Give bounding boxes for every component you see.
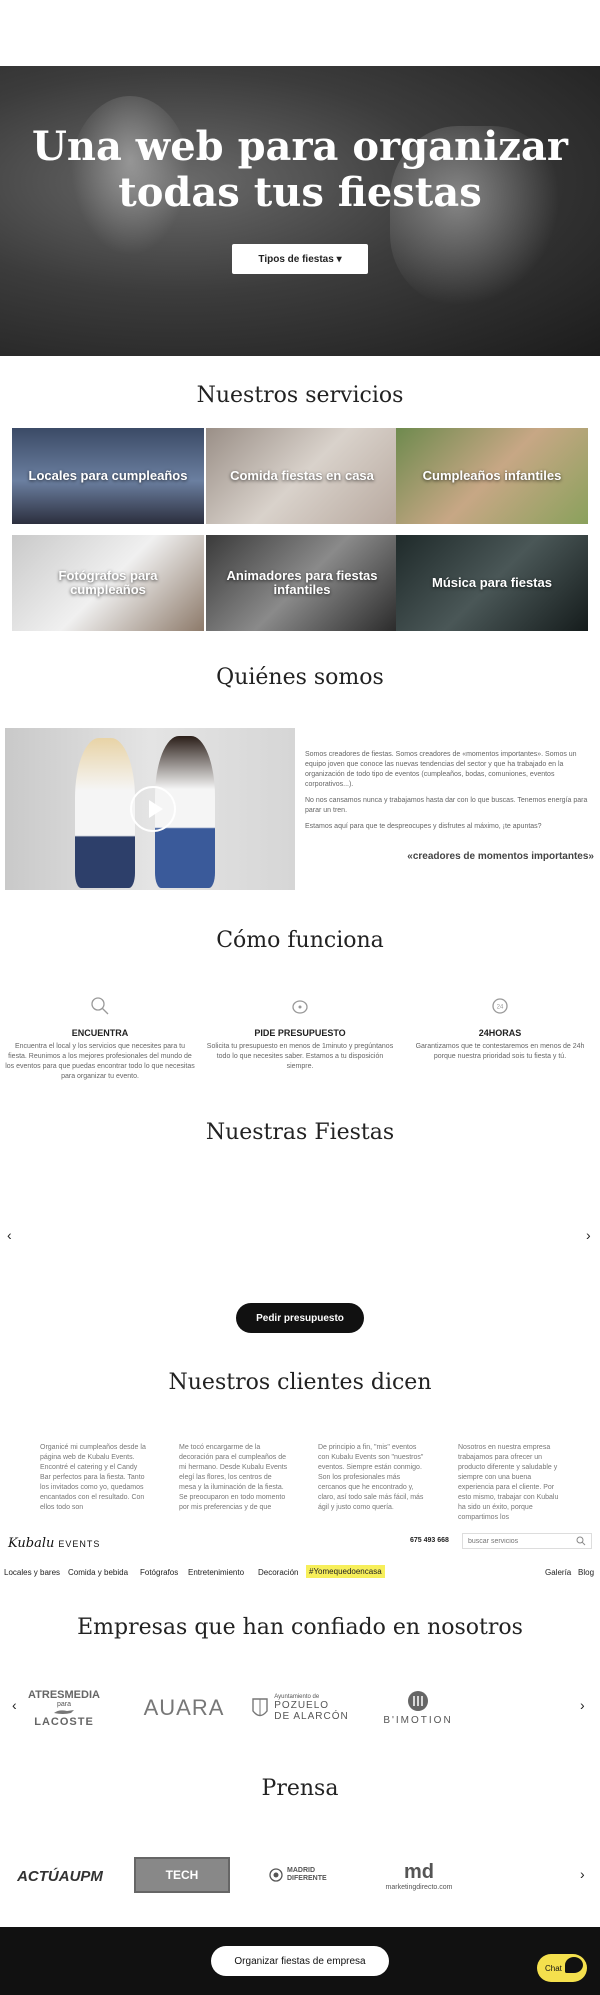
- company-logo-atresmedia-lacoste: ATRESMEDIA para LACOSTE: [16, 1678, 112, 1738]
- testimonial-item: Me tocó encargarme de la decoración para…: [179, 1444, 288, 1511]
- press-logo-marketingdirecto: md marketingdirecto.com: [372, 1855, 466, 1897]
- logo[interactable]: Kubalu EVENTS: [8, 1536, 100, 1551]
- companies-title: Empresas que han confiado en nosotros: [77, 1615, 523, 1640]
- service-label: Animadores para fiestas infantiles: [226, 568, 378, 597]
- parties-title: Nuestras Fiestas: [205, 1120, 395, 1145]
- about-title: Quiénes somos: [216, 665, 384, 690]
- service-card-comida[interactable]: Comida fiestas en casa: [206, 428, 398, 524]
- step-text: Encuentra el local y los servicios que n…: [5, 1043, 195, 1080]
- clock-24h-icon: 24: [492, 998, 508, 1014]
- service-label: Locales para cumpleaños: [28, 468, 188, 483]
- step-presupuesto: PIDE PRESUPUESTO Solicita tu presupuesto…: [205, 995, 395, 1072]
- search-icon: [91, 997, 109, 1015]
- hero-title: Una web para organizar todas tus fiestas: [0, 124, 600, 216]
- hero-banner: Una web para organizar todas tus fiestas…: [0, 66, 600, 356]
- about-paragraph: No nos cansamos nunca y trabajamos hasta…: [305, 797, 588, 814]
- chevron-right-icon[interactable]: ›: [586, 1227, 591, 1243]
- service-card-fotografos[interactable]: Fotógrafos para cumpleaños: [12, 535, 204, 631]
- services-title: Nuestros servicios: [196, 383, 404, 408]
- step-title: 24HORAS: [478, 1028, 522, 1038]
- chevron-right-icon[interactable]: ›: [580, 1697, 585, 1713]
- logo-text: Kubalu: [8, 1536, 55, 1551]
- service-card-musica[interactable]: Música para fiestas: [396, 535, 588, 631]
- service-card-cumpleanos[interactable]: Cumpleaños infantiles: [396, 428, 588, 524]
- step-title: ENCUENTRA: [71, 1028, 129, 1038]
- how-title: Cómo funciona: [216, 928, 384, 953]
- madrid-diferente-emblem-icon: [269, 1868, 283, 1882]
- step-text: Solicita tu presupuesto en menos de 1min…: [206, 1043, 394, 1070]
- chevron-left-icon[interactable]: ‹: [7, 1227, 12, 1243]
- about-video[interactable]: [5, 728, 295, 890]
- nav-item-galeria[interactable]: Galería: [545, 1568, 571, 1577]
- logo-line: ATRESMEDIA: [28, 1688, 100, 1701]
- logo-line: DE ALARCÓN: [274, 1711, 349, 1722]
- nav-item-comida[interactable]: Comida y bebida: [68, 1568, 128, 1577]
- service-card-locales[interactable]: Locales para cumpleaños: [12, 428, 204, 524]
- phone-number[interactable]: 675 493 668: [410, 1537, 449, 1544]
- company-logo-pozuelo: Ayuntamiento de POZUELO DE ALARCÓN: [250, 1686, 350, 1730]
- logo-line: B'IMOTION: [383, 1715, 453, 1726]
- nav-item-yomequedoencasa[interactable]: #Yomequedoencasa: [306, 1565, 385, 1578]
- coat-of-arms-icon: [252, 1698, 268, 1717]
- nav-item-entretenimiento[interactable]: Entretenimiento: [188, 1568, 244, 1577]
- about-text: Somos creadores de fiestas. Somos creado…: [305, 750, 593, 838]
- play-icon[interactable]: [130, 786, 176, 832]
- hero-title-line2: todas tus fiestas: [118, 169, 482, 216]
- chevron-right-icon[interactable]: ›: [580, 1866, 585, 1882]
- testimonial-item: De principio a fin, "mis" eventos con Ku…: [318, 1444, 424, 1511]
- testimonial-item: Organicé mi cumpleaños desde la página w…: [40, 1444, 146, 1511]
- about-paragraph: Estamos aquí para que te despreocupes y …: [305, 823, 542, 830]
- testimonials-title: Nuestros clientes dicen: [168, 1370, 432, 1395]
- press-logo-madrid-diferente: MADRID DIFERENTE: [262, 1862, 344, 1888]
- company-logo-auara: AUARA: [143, 1695, 225, 1720]
- step-title: PIDE PRESUPUESTO: [254, 1028, 346, 1038]
- about-quote: «creadores de momentos importantes»: [407, 851, 594, 862]
- press-logo-tech: TECH: [134, 1857, 230, 1893]
- company-logo-bimotion: B'IMOTION: [368, 1680, 468, 1736]
- hero-title-line1: Una web para organizar: [31, 123, 568, 170]
- svg-text:24: 24: [497, 1005, 504, 1011]
- search-input[interactable]: [462, 1533, 592, 1549]
- nav-item-locales[interactable]: Locales y bares: [4, 1568, 60, 1577]
- logo-line: para: [56, 1700, 71, 1708]
- step-text: Garantizamos que te contestaremos en men…: [415, 1043, 585, 1060]
- chat-bubble-icon: [565, 1957, 583, 1973]
- logo-line: POZUELO: [274, 1700, 330, 1711]
- service-label: Comida fiestas en casa: [230, 468, 374, 483]
- nav-item-decoracion[interactable]: Decoración: [258, 1568, 298, 1577]
- service-label: Música para fiestas: [432, 575, 552, 590]
- service-label: Fotógrafos para cumpleaños: [58, 568, 158, 597]
- step-24horas: 24 24HORAS Garantizamos que te contestar…: [405, 995, 595, 1062]
- logo-line: marketingdirecto.com: [385, 1884, 453, 1891]
- press-logo-actuaupm: ACTÚAUPM: [17, 1867, 103, 1885]
- company-events-button[interactable]: Organizar fiestas de empresa: [211, 1946, 389, 1976]
- service-label: Cumpleaños infantiles: [422, 468, 562, 483]
- logo-line: md: [404, 1861, 434, 1883]
- request-quote-button[interactable]: Pedir presupuesto: [236, 1303, 364, 1333]
- logo-line: LACOSTE: [34, 1715, 94, 1728]
- chat-label: Chat: [545, 1963, 562, 1973]
- piggy-bank-icon: [292, 1000, 308, 1014]
- press-title: Prensa: [261, 1776, 339, 1801]
- nav-item-fotografos[interactable]: Fotógrafos: [140, 1568, 178, 1577]
- logo-line: MADRID DIFERENTE: [287, 1867, 327, 1882]
- person-left: [75, 738, 135, 888]
- logo-sub: EVENTS: [58, 1539, 101, 1549]
- bimotion-emblem-icon: [408, 1691, 428, 1711]
- step-encuentra: ENCUENTRA Encuentra el local y los servi…: [5, 995, 195, 1082]
- search-icon[interactable]: [576, 1536, 586, 1546]
- crocodile-icon: [54, 1709, 74, 1714]
- nav-item-blog[interactable]: Blog: [578, 1568, 594, 1577]
- party-types-dropdown[interactable]: Tipos de fiestas ▾: [232, 244, 368, 274]
- about-paragraph: Somos creadores de fiestas. Somos creado…: [305, 751, 577, 788]
- service-card-animadores[interactable]: Animadores para fiestas infantiles: [206, 535, 398, 631]
- testimonial-item: Nosotros en nuestra empresa trabajamos p…: [458, 1444, 559, 1521]
